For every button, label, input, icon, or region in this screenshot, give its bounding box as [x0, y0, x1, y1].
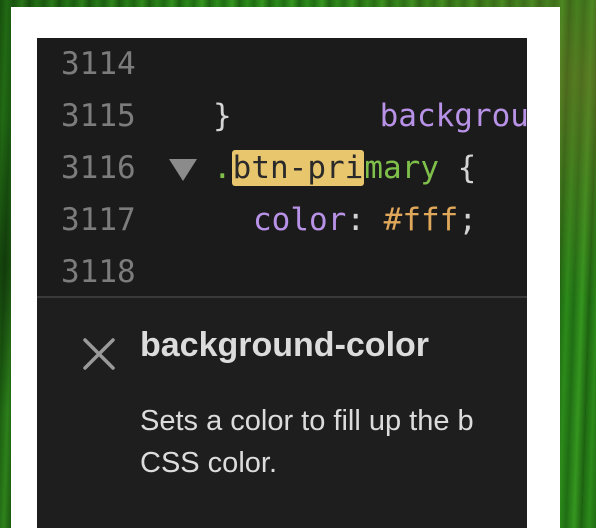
close-icon[interactable]: [81, 336, 117, 372]
documentation-popup: background-color Sets a color to fill up…: [37, 298, 527, 528]
line-number: 3116: [61, 150, 136, 186]
line-number: 3115: [61, 98, 136, 134]
search-highlight: btn-pri: [231, 150, 365, 186]
selector-rest: mary: [364, 150, 439, 186]
doc-title: background-color: [140, 326, 430, 364]
code-line: 3117 color: #fff;: [37, 194, 527, 246]
triangle-down-icon[interactable]: [169, 159, 197, 181]
line-number: 3117: [61, 202, 136, 238]
css-value: #fff: [383, 202, 459, 238]
editor-panel: 3114 background-co 3115 } 3116 .btn-prim…: [37, 38, 527, 528]
code-line: 3115 }: [37, 90, 527, 142]
semicolon: ;: [458, 202, 477, 238]
doc-description-line: Sets a color to fill up the b: [140, 405, 474, 437]
line-number: 3118: [61, 254, 136, 290]
code-editor[interactable]: 3114 background-co 3115 } 3116 .btn-prim…: [37, 38, 527, 342]
css-property: color: [253, 202, 347, 238]
line-number: 3114: [61, 46, 136, 82]
code-line: 3116 .btn-primary {: [37, 142, 527, 194]
code-content: color: #fff;: [253, 194, 477, 246]
opening-brace: {: [438, 150, 477, 186]
doc-description: Sets a color to fill up the b CSS color.: [140, 400, 527, 484]
doc-description-line: CSS color.: [140, 447, 277, 479]
code-line: 3114 background-co: [37, 38, 527, 134]
colon: :: [346, 202, 384, 238]
closing-brace: }: [213, 98, 232, 134]
selector-dot: .: [213, 150, 232, 186]
screenshot-frame: 3114 background-co 3115 } 3116 .btn-prim…: [11, 7, 560, 528]
code-content: .btn-primary {: [213, 142, 476, 194]
code-line: 3118 background-co: [37, 246, 527, 342]
